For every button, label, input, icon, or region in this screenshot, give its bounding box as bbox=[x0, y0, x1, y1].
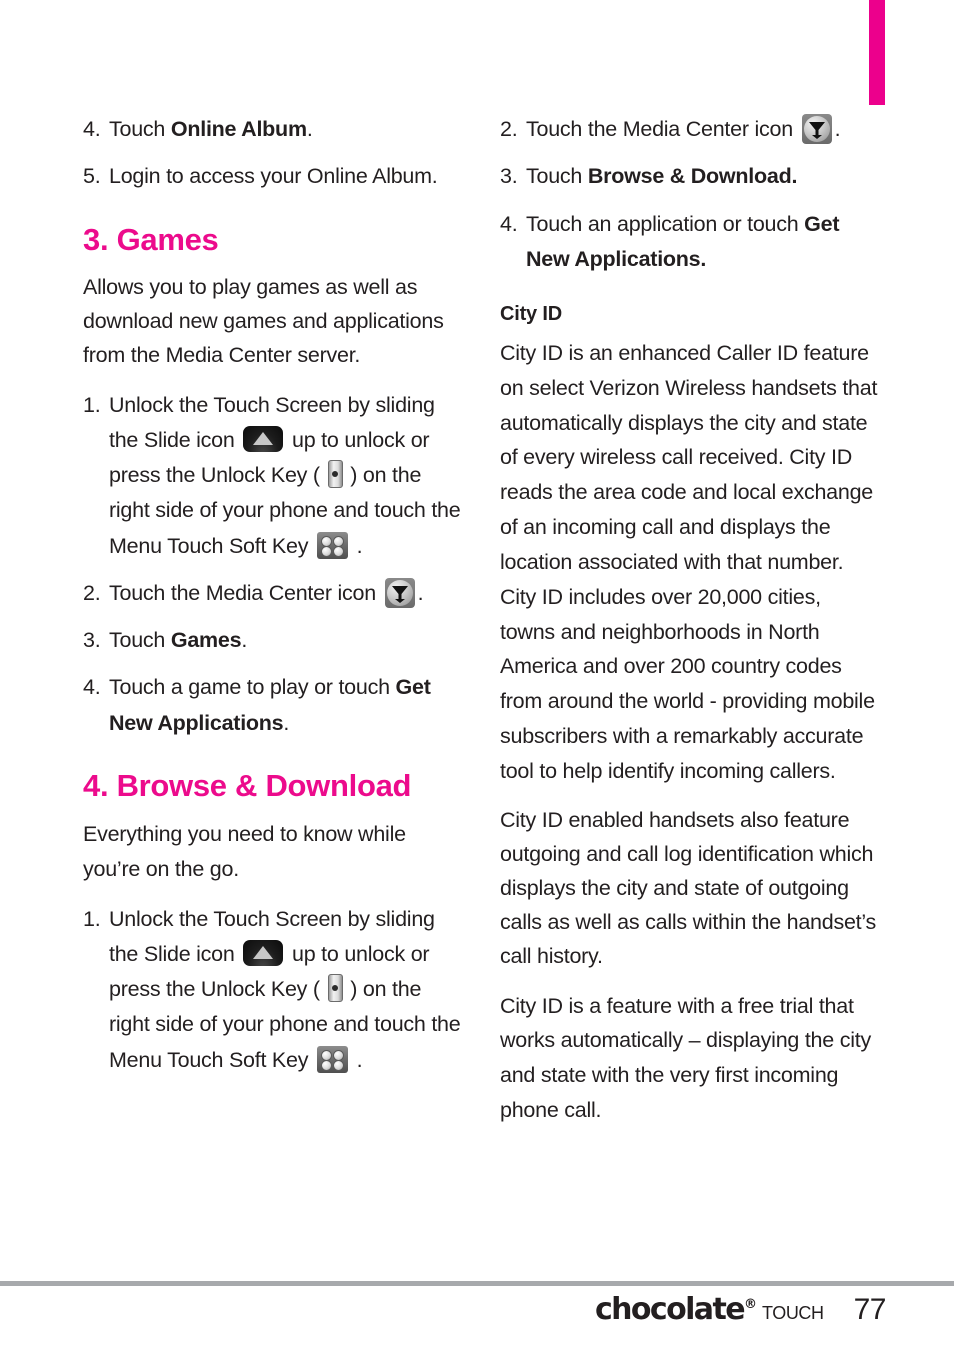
list-text: Touch Games. bbox=[109, 623, 463, 658]
step-text-tail: . bbox=[283, 710, 290, 735]
brand-name: chocolate bbox=[594, 1292, 746, 1327]
step-text: Touch bbox=[109, 628, 171, 652]
brand-logo: chocolate® bbox=[595, 1292, 757, 1327]
step-text-tail: . bbox=[834, 117, 841, 141]
browse-intro-paragraph: Everything you need to know while you’re… bbox=[83, 821, 406, 881]
unlock-key-icon bbox=[327, 460, 343, 488]
list-item: 3. Touch Games. bbox=[83, 623, 463, 658]
list-item: 2. Touch the Media Center icon . bbox=[83, 576, 463, 611]
list-number: 5. bbox=[83, 164, 101, 189]
list-item: 4. Touch an application or touch Get New… bbox=[500, 207, 880, 278]
city-id-paragraph-1: City ID is an enhanced Caller ID feature… bbox=[500, 341, 878, 783]
list-number: 2. bbox=[500, 117, 518, 141]
list-text: Touch the Media Center icon . bbox=[109, 576, 463, 611]
step-text: Touch the Media Center icon bbox=[526, 117, 799, 141]
list-item: 4. Touch a game to play or touch Get New… bbox=[83, 670, 463, 741]
list-item: 1. Unlock the Touch Screen by sliding th… bbox=[83, 388, 463, 564]
list-text: Touch Online Album. bbox=[109, 112, 463, 147]
list-number: 4. bbox=[83, 117, 101, 141]
list-text: Unlock the Touch Screen by sliding the S… bbox=[109, 388, 463, 564]
media-center-icon bbox=[801, 114, 832, 144]
menu-soft-key-icon bbox=[316, 531, 348, 559]
left-column: 4. Touch Online Album. 5. Login to acces… bbox=[83, 112, 463, 1090]
product-name: TOUCH bbox=[761, 1303, 824, 1323]
step-text: Touch an application or touch bbox=[526, 211, 805, 236]
list-item: 3. Touch Browse & Download. bbox=[500, 159, 880, 194]
step-bold-term: Games bbox=[170, 628, 242, 652]
step-bold-term: Browse & Download. bbox=[587, 164, 798, 189]
footer-divider bbox=[0, 1281, 954, 1286]
list-number: 1. bbox=[83, 392, 101, 417]
section-heading-games: 3. Games bbox=[83, 221, 219, 257]
list-text: Touch a game to play or touch Get New Ap… bbox=[109, 670, 463, 741]
menu-soft-key-icon bbox=[316, 1045, 348, 1073]
registered-trademark-mark: ® bbox=[743, 1297, 757, 1312]
step-text-tail: . bbox=[241, 628, 248, 652]
list-number: 1. bbox=[83, 906, 101, 931]
list-text: Login to access your Online Album. bbox=[109, 164, 438, 189]
media-center-icon bbox=[384, 577, 415, 608]
step-text-tail: . bbox=[417, 580, 424, 605]
step-text-tail: . bbox=[350, 533, 363, 558]
step-text: Touch bbox=[109, 117, 171, 141]
section-heading-browse-download: 4. Browse & Download bbox=[83, 767, 412, 803]
unlock-key-icon bbox=[327, 974, 343, 1002]
step-text-tail: . bbox=[350, 1047, 363, 1072]
step-text: Touch a game to play or touch bbox=[109, 675, 396, 700]
city-id-paragraph-2: City ID enabled handsets also feature ou… bbox=[500, 807, 877, 968]
section-tab-marker bbox=[869, 0, 885, 105]
step-text-tail: . bbox=[306, 117, 313, 141]
list-number: 4. bbox=[83, 675, 101, 700]
list-item: 5. Login to access your Online Album. bbox=[83, 159, 463, 194]
page-number: 77 bbox=[853, 1293, 887, 1326]
city-id-paragraph-3: City ID is a feature with a free trial t… bbox=[500, 993, 871, 1123]
list-number: 4. bbox=[500, 211, 518, 236]
step-bold-term: Online Album bbox=[170, 117, 307, 141]
list-text: Touch Browse & Download. bbox=[526, 159, 880, 194]
list-item: 4. Touch Online Album. bbox=[83, 112, 463, 147]
slide-up-icon bbox=[243, 939, 284, 966]
page-footer: chocolate® TOUCH 77 bbox=[0, 1292, 887, 1327]
list-item: 1. Unlock the Touch Screen by sliding th… bbox=[83, 902, 463, 1078]
list-number: 2. bbox=[83, 580, 101, 605]
list-text: Touch an application or touch Get New Ap… bbox=[526, 207, 880, 278]
list-text: Unlock the Touch Screen by sliding the S… bbox=[109, 902, 463, 1078]
step-text: Touch the Media Center icon bbox=[109, 580, 382, 605]
step-text: Touch bbox=[526, 164, 588, 189]
right-column: 2. Touch the Media Center icon . 3. Touc… bbox=[500, 112, 880, 1143]
list-text: Touch the Media Center icon . bbox=[526, 112, 880, 147]
slide-up-icon bbox=[243, 425, 284, 452]
list-number: 3. bbox=[83, 628, 101, 652]
games-intro-paragraph: Allows you to play games as well as down… bbox=[83, 274, 444, 367]
subheading-city-id: City ID bbox=[500, 303, 562, 325]
list-number: 3. bbox=[500, 164, 518, 189]
list-item: 2. Touch the Media Center icon . bbox=[500, 112, 880, 147]
